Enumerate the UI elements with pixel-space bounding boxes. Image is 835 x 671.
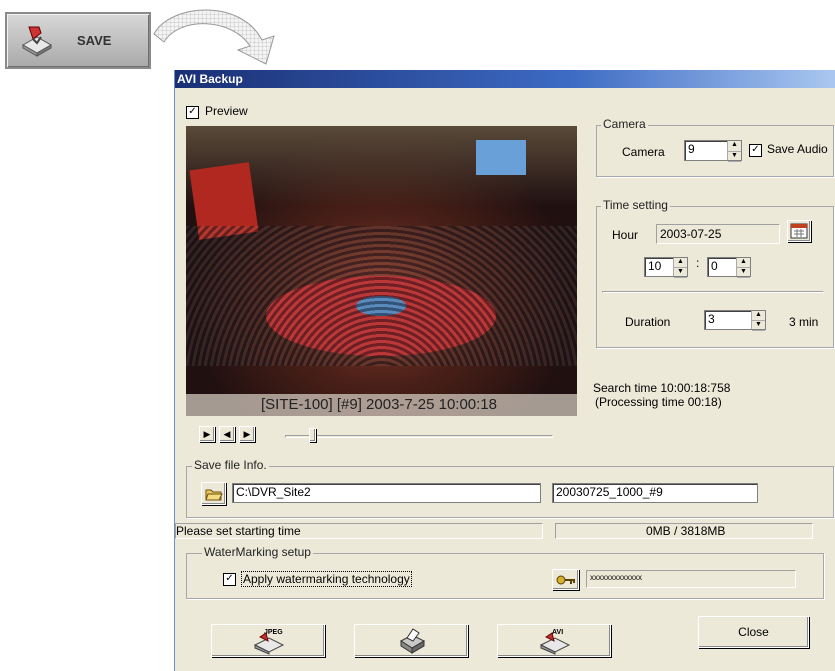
duration-value: 3 bbox=[708, 312, 715, 326]
camera-value: 9 bbox=[688, 142, 695, 156]
watermark-label: Apply watermarking technology bbox=[241, 571, 412, 587]
time-colon: : bbox=[696, 256, 700, 270]
filename-field[interactable]: 20030725_1000_#9 bbox=[552, 483, 758, 503]
video-screen bbox=[476, 140, 526, 175]
jpeg-disk-icon: JPEG bbox=[253, 629, 285, 655]
key-icon bbox=[556, 575, 575, 585]
duration-spinbox[interactable]: 3 ▲ ▼ bbox=[704, 310, 766, 331]
save-avi-button[interactable]: AVI bbox=[497, 624, 611, 657]
save-path-value: C:\DVR_Site2 bbox=[236, 485, 311, 499]
duration-unit: 3 min bbox=[789, 315, 819, 329]
save-jpeg-button[interactable]: JPEG bbox=[211, 624, 325, 657]
printer-icon bbox=[400, 628, 426, 654]
window-title: AVI Backup bbox=[177, 72, 243, 86]
print-button[interactable] bbox=[354, 624, 468, 657]
duration-label: Duration bbox=[625, 315, 671, 329]
video-preview: [SITE-100] [#9] 2003-7-25 10:00:18 bbox=[186, 126, 577, 416]
preview-label: Preview bbox=[205, 104, 248, 118]
time-divider bbox=[602, 291, 824, 293]
status-size: 0MB / 3818MB bbox=[646, 524, 726, 538]
seek-slider-thumb[interactable] bbox=[309, 428, 316, 442]
save-to-disk-icon bbox=[21, 26, 53, 57]
save-file-title: Save file Info. bbox=[192, 458, 269, 472]
save-path-field[interactable]: C:\DVR_Site2 bbox=[232, 483, 541, 503]
date-value: 2003-07-25 bbox=[660, 227, 722, 241]
hour-value: 10 bbox=[648, 259, 662, 273]
avi-backup-window: AVI Backup ✓ Preview [SITE-100] [#9] 200… bbox=[174, 70, 835, 671]
save-audio-checkbox[interactable]: ✓ bbox=[749, 144, 762, 157]
watermark-key-button[interactable] bbox=[552, 569, 579, 590]
close-button[interactable]: Close bbox=[698, 616, 809, 648]
preview-checkbox[interactable]: ✓ bbox=[186, 106, 199, 119]
status-message-box: Please set starting time bbox=[175, 523, 543, 539]
save-button-label: SAVE bbox=[77, 33, 112, 48]
processing-time-text: (Processing time 00:18) bbox=[595, 395, 722, 409]
play-button[interactable]: ▶ bbox=[199, 426, 215, 442]
time-setting-title: Time setting bbox=[601, 198, 670, 212]
status-message: Please set starting time bbox=[176, 524, 301, 538]
minute-spinbox[interactable]: 0 ▲ ▼ bbox=[707, 257, 751, 278]
minute-value: 0 bbox=[711, 259, 718, 273]
watermark-checkbox[interactable]: ✓ bbox=[223, 573, 236, 586]
watermark-title: WaterMarking setup bbox=[202, 545, 313, 559]
open-folder-icon bbox=[205, 489, 223, 501]
camera-spinbox[interactable]: 9 ▲ ▼ bbox=[684, 140, 742, 162]
filename-value: 20030725_1000_#9 bbox=[556, 485, 663, 499]
save-button[interactable]: SAVE bbox=[5, 12, 151, 69]
watermark-password-field[interactable]: xxxxxxxxxxxxx bbox=[586, 570, 796, 588]
calendar-icon bbox=[790, 223, 808, 239]
hour-label: Hour bbox=[612, 228, 639, 242]
hour-spin-arrows[interactable]: ▲ ▼ bbox=[673, 258, 687, 278]
avi-icon-text: AVI bbox=[552, 629, 563, 636]
status-size-box: 0MB / 3818MB bbox=[555, 523, 813, 539]
title-bar[interactable]: AVI Backup bbox=[175, 70, 835, 88]
minute-spin-arrows[interactable]: ▲ ▼ bbox=[736, 258, 750, 278]
date-field[interactable]: 2003-07-25 bbox=[656, 224, 780, 244]
close-button-label: Close bbox=[738, 625, 769, 639]
avi-disk-icon: AVI bbox=[539, 629, 571, 655]
watermark-password-value: xxxxxxxxxxxxx bbox=[590, 573, 642, 582]
duration-spin-arrows[interactable]: ▲ ▼ bbox=[751, 311, 765, 331]
calendar-button[interactable] bbox=[787, 220, 811, 242]
save-audio-label: Save Audio bbox=[767, 142, 828, 156]
camera-label: Camera bbox=[622, 145, 665, 159]
hour-spinbox[interactable]: 10 ▲ ▼ bbox=[644, 257, 688, 278]
camera-spin-arrows[interactable]: ▲ ▼ bbox=[727, 141, 741, 162]
step-back-button[interactable]: ◀ bbox=[219, 426, 235, 442]
search-time-text: Search time 10:00:18:758 bbox=[593, 381, 731, 395]
step-forward-button[interactable]: ▶ bbox=[239, 426, 255, 442]
camera-group-title: Camera bbox=[601, 117, 648, 131]
video-overlay-text: [SITE-100] [#9] 2003-7-25 10:00:18 bbox=[261, 396, 497, 413]
crowd bbox=[186, 226, 577, 366]
browse-folder-button[interactable] bbox=[201, 482, 226, 505]
seek-track[interactable] bbox=[285, 435, 553, 438]
curved-arrow-icon bbox=[153, 9, 275, 65]
